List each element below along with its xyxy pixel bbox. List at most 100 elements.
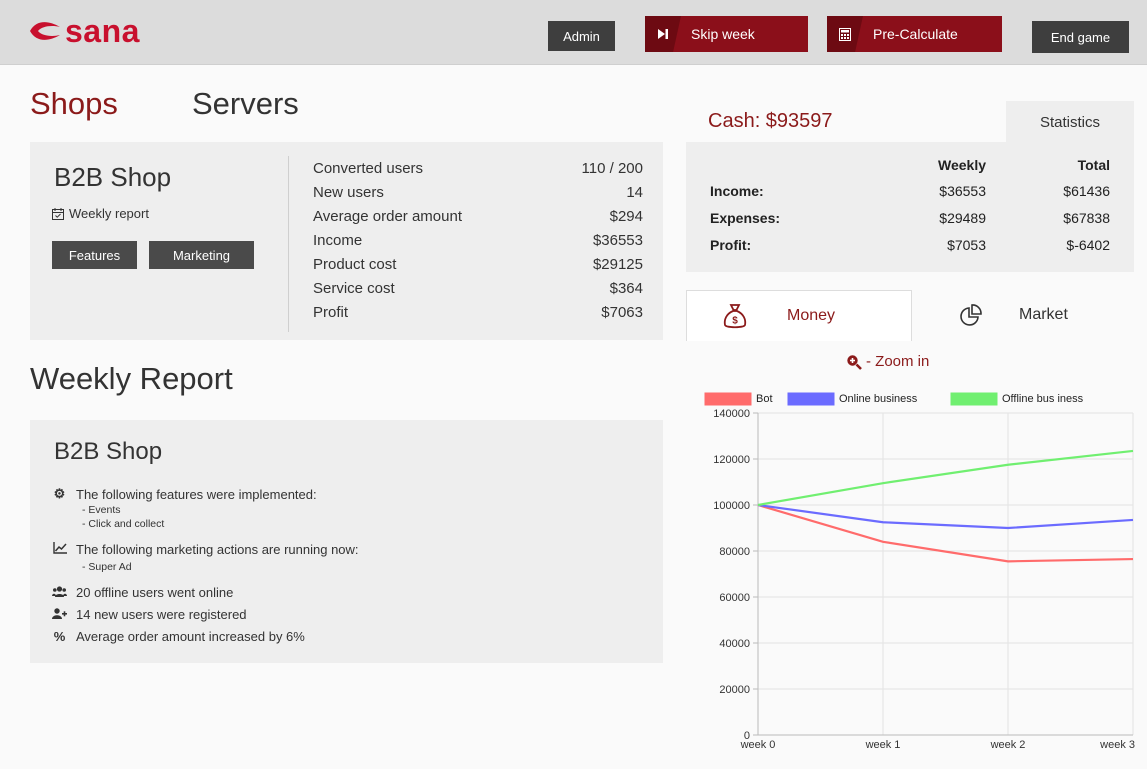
money-line-chart: 020000400006000080000100000120000140000w… [704,392,1135,751]
weekly-report-panel: B2B Shop ⚙ The following features were i… [30,420,663,663]
report-marketing-line: The following marketing actions are runn… [52,542,359,557]
skip-icon [645,16,681,52]
calculator-icon [827,16,863,52]
stat-row: Service cost $364 [313,280,643,304]
weekly-report-heading: Weekly Report [30,361,233,396]
features-button[interactable]: Features [52,241,137,269]
legend-label: Bot [756,393,773,405]
y-tick-label: 140000 [713,408,750,420]
y-tick-label: 80000 [719,546,750,558]
cogs-icon: ⚙ [53,486,66,501]
stat-value: $294 [609,208,643,225]
stat-value: 14 [626,184,643,201]
pie-chart-icon [960,304,982,326]
finance-row-total: $61436 [1063,183,1110,199]
tab-shops[interactable]: Shops [30,86,118,122]
finance-row-weekly: $36553 [939,183,986,199]
shop-panel: B2B Shop Weekly report Features Marketin… [30,142,663,340]
admin-button[interactable]: Admin [548,21,615,51]
stat-value: $29125 [592,256,643,273]
sana-logo-icon [30,22,60,40]
user-plus-icon [52,607,67,622]
report-feature-item: - Events [82,504,121,516]
finance-row-weekly: $29489 [939,210,986,226]
tab-statistics[interactable]: Statistics [1006,101,1134,143]
pre-calculate-button[interactable]: Pre-Calculate [827,16,1002,52]
finance-row-label: Profit: [710,237,752,253]
report-marketing-item: - Super Ad [82,561,132,573]
tab-money-label: Money [787,307,836,324]
zoom-in-label: - Zoom in [866,353,930,370]
report-shop-name: B2B Shop [54,438,163,465]
report-offline-text: 20 offline users went online [76,585,234,600]
divider [288,156,289,332]
y-tick-label: 40000 [719,638,750,650]
stat-label: Service cost [313,280,395,297]
finance-header-row: Weekly Total [710,157,1110,179]
stat-label: Income [313,232,363,249]
admin-label: Admin [563,28,600,44]
tab-servers[interactable]: Servers [192,86,299,122]
report-feature-item: - Click and collect [82,518,165,530]
calendar-icon [52,207,64,220]
marketing-button[interactable]: Marketing [149,241,254,269]
legend-swatch [787,392,835,406]
legend-label: Online business [839,393,918,405]
stat-row: Income $36553 [313,232,643,256]
stat-label: Profit [313,304,349,321]
stat-value: $36553 [592,232,643,249]
report-avg-text: Average order amount increased by 6% [76,629,305,644]
legend-swatch [704,392,752,406]
zoom-in-link[interactable]: - Zoom in [846,353,929,370]
finance-row: Expenses: $29489 $67838 [710,210,1110,232]
col-weekly: Weekly [938,157,986,173]
shop-name: B2B Shop [54,162,172,192]
y-tick-label: 60000 [719,592,750,604]
stat-value: $7063 [601,304,643,321]
svg-text:$: $ [732,316,738,327]
legend-swatch [950,392,998,406]
end-game-label: End game [1050,29,1111,45]
line-chart-icon [52,542,67,557]
finance-row: Profit: $7053 $-6402 [710,237,1110,259]
x-tick-label: week 1 [865,739,901,751]
report-new-users-line: 14 new users were registered [52,607,247,622]
users-icon [52,585,67,600]
stat-row: Average order amount $294 [313,208,643,232]
stat-label: Product cost [313,256,397,273]
report-new-users-text: 14 new users were registered [76,607,247,622]
stat-row: New users 14 [313,184,643,208]
stat-row: Profit $7063 [313,304,643,328]
zoom-in-icon [847,354,862,370]
weekly-report-link[interactable]: Weekly report [52,206,149,221]
legend-label: Offline bus iness [1002,393,1084,405]
finance-row-total: $-6402 [1066,237,1110,253]
stat-row: Product cost $29125 [313,256,643,280]
finance-row-total: $67838 [1063,210,1110,226]
finance-panel: Weekly Total Income: $36553 $61436 Expen… [686,142,1134,272]
top-bar: sana Admin Skip week Pre-Calculate End g… [0,0,1147,65]
y-tick-label: 100000 [713,500,750,512]
finance-row: Income: $36553 $61436 [710,183,1110,205]
logo: sana [28,14,140,48]
stat-label: New users [313,184,384,201]
skip-week-button[interactable]: Skip week [645,16,808,52]
skip-week-label: Skip week [691,26,755,42]
finance-row-weekly: $7053 [947,237,986,253]
money-bag-icon: $ [723,304,747,329]
report-marketing-text: The following marketing actions are runn… [76,542,359,557]
report-avg-line: % Average order amount increased by 6% [52,629,305,644]
y-tick-label: 20000 [719,684,750,696]
stat-value: $364 [609,280,643,297]
tab-money[interactable]: $ Money [686,290,912,341]
cash-amount: Cash: $93597 [708,110,833,132]
stat-label: Average order amount [313,208,462,225]
finance-row-label: Income: [710,183,764,199]
tab-market[interactable]: Market [912,290,1134,340]
x-tick-label: week 0 [740,739,776,751]
tab-market-label: Market [1019,306,1068,323]
x-tick-label: week 2 [990,739,1026,751]
report-features-text: The following features were implemented: [76,486,317,502]
end-game-button[interactable]: End game [1032,21,1129,53]
logo-text: sana [65,13,140,49]
